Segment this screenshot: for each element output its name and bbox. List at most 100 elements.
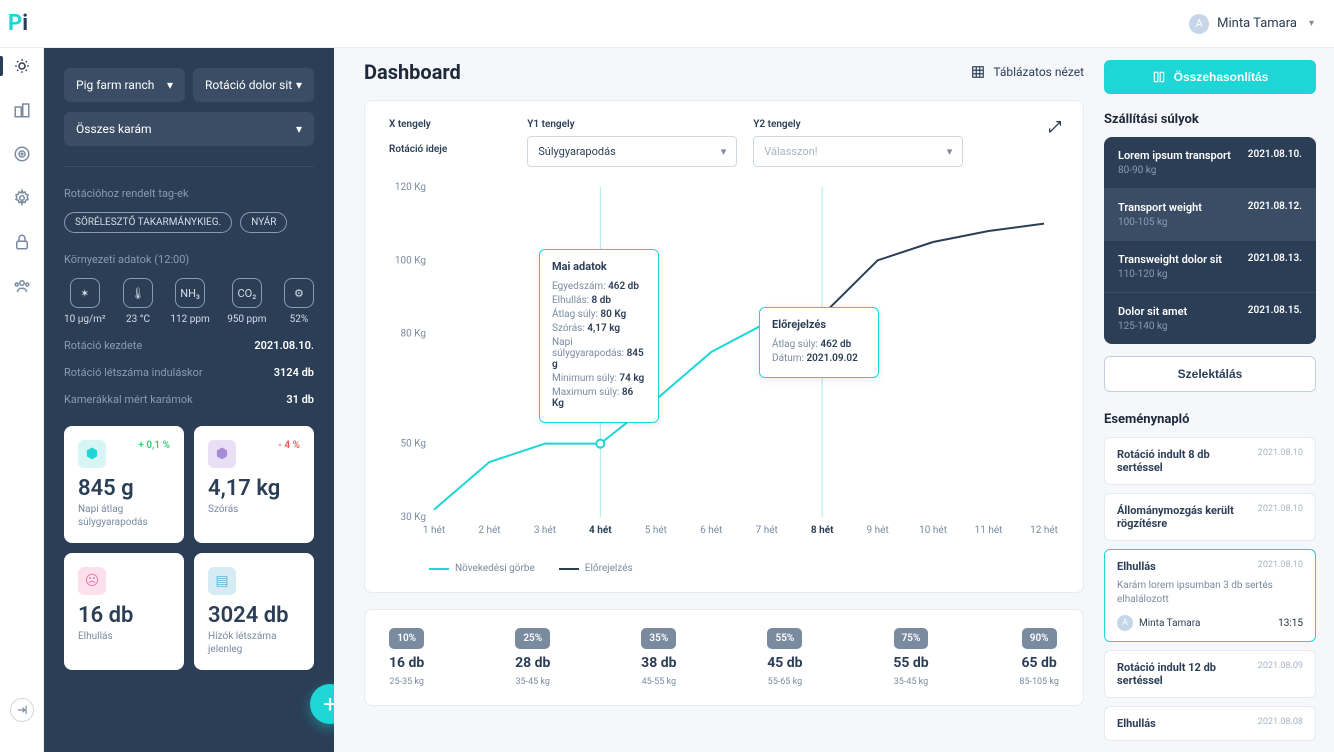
event-card[interactable]: Elhullás2021.08.08 xyxy=(1104,706,1316,741)
logo: Pi xyxy=(8,11,28,36)
event-card[interactable]: Rotáció indult 8 db sertéssel2021.08.10 xyxy=(1104,437,1316,485)
nav-dashboard-icon[interactable] xyxy=(12,56,32,76)
sidebar-nav xyxy=(0,0,44,752)
legend-item: Növekedési görbe xyxy=(429,563,535,574)
chart-area: 30 Kg50 Kg80 Kg100 Kg120 Kg1 hét2 hét3 h… xyxy=(389,177,1059,557)
tooltip-forecast: Előrejelzés Átlag súly: 462 dbDátum: 202… xyxy=(759,307,879,378)
stat-icon: ⬢ xyxy=(208,440,236,468)
stat-label: Szórás xyxy=(208,503,300,516)
farm-select[interactable]: Pig farm ranch▾ xyxy=(64,68,185,102)
event-card[interactable]: Rotáció indult 12 db sertéssel2021.08.09 xyxy=(1104,650,1316,698)
tags-row: SÖRÉLESZTŐ TAKARMÁNYKIEG. NYÁR xyxy=(64,212,314,233)
stat-delta: - 4 % xyxy=(278,440,300,451)
x-axis-label: X tengely xyxy=(389,119,447,130)
bucket-range: 35-45 kg xyxy=(894,677,928,687)
env-item: ✶10 µg/m² xyxy=(64,278,106,325)
stat-delta: + 0,1 % xyxy=(138,440,170,451)
avatar-icon: A xyxy=(1189,14,1209,34)
svg-text:11 hét: 11 hét xyxy=(975,525,1003,536)
pen-select[interactable]: Összes karám▾ xyxy=(64,112,314,146)
bucket-pct: 25% xyxy=(515,628,550,649)
stat-icon: ☹ xyxy=(78,567,106,595)
nav-lock-icon[interactable] xyxy=(12,232,32,252)
bucket-range: 45-55 kg xyxy=(642,677,676,687)
env-item: NH₃112 ppm xyxy=(170,278,209,325)
event-card[interactable]: Elhullás2021.08.10 Karám lorem ipsumban … xyxy=(1104,549,1316,642)
tooltip-today: Mai adatok Egyedszám: 462 dbElhullás: 8 … xyxy=(539,249,659,423)
stat-card[interactable]: ⬢ + 0,1 % 845 g Napi átlag súlygyarapodá… xyxy=(64,426,184,543)
distribution-row: 10%16 db25-35 kg 25%28 db35-45 kg 35% 38 db… xyxy=(364,609,1084,706)
svg-text:12 hét: 12 hét xyxy=(1030,525,1058,536)
expand-icon[interactable] xyxy=(1047,119,1063,138)
env-icon: ✶ xyxy=(70,278,100,308)
env-item: ⚙52% xyxy=(284,278,314,325)
bucket-pct: 35% xyxy=(641,628,676,649)
user-name: Minta Tamara xyxy=(1217,16,1297,31)
bucket-pct: 90% xyxy=(1022,628,1057,649)
stat-value: 4,17 kg xyxy=(208,476,300,501)
svg-text:2 hét: 2 hét xyxy=(478,525,500,536)
shipments-title: Szállítási súlyok xyxy=(1104,112,1316,127)
bucket-pct: 75% xyxy=(894,628,929,649)
svg-text:50 Kg: 50 Kg xyxy=(401,439,426,450)
stat-value: 3024 db xyxy=(208,603,300,628)
shipments-card: Lorem ipsum transport80-90 kg2021.08.10.… xyxy=(1104,137,1316,344)
stat-card[interactable]: ☹ 16 db Elhullás xyxy=(64,553,184,670)
bucket: 75%55 db35-45 kg xyxy=(893,628,928,687)
tag-pill[interactable]: NYÁR xyxy=(240,212,287,233)
shipment-row[interactable]: Transport weight100-105 kg2021.08.12. xyxy=(1104,189,1316,241)
bucket-count: 45 db xyxy=(767,655,802,671)
stat-card[interactable]: ▤ 3024 db Hízók létszáma jelenleg xyxy=(194,553,314,670)
divider xyxy=(64,166,314,167)
nav-collapse-icon[interactable] xyxy=(10,698,34,722)
bucket-pct: 55% xyxy=(767,628,802,649)
nav-target-icon[interactable] xyxy=(12,144,32,164)
stat-icon: ▤ xyxy=(208,567,236,595)
event-card[interactable]: Állománymozgás került rögzítésre2021.08.… xyxy=(1104,493,1316,541)
rotation-select[interactable]: Rotáció dolor sit▾ xyxy=(193,68,314,102)
svg-text:6 hét: 6 hét xyxy=(700,525,722,536)
stat-label: Napi átlag súlygyarapodás xyxy=(78,503,170,529)
svg-text:10 hét: 10 hét xyxy=(919,525,947,536)
bucket-count: 38 db xyxy=(641,655,676,671)
env-item: CO₂950 ppm xyxy=(227,278,266,325)
add-fab[interactable]: + xyxy=(310,684,334,724)
nav-buildings-icon[interactable] xyxy=(12,100,32,120)
svg-text:9 hét: 9 hét xyxy=(867,525,889,536)
topbar: Pi A Minta Tamara xyxy=(0,0,1334,48)
y1-select[interactable]: Súlygyarapodás▾ xyxy=(527,136,737,167)
shipment-row[interactable]: Lorem ipsum transport80-90 kg2021.08.10. xyxy=(1104,137,1316,189)
bucket-pct: 10% xyxy=(389,628,424,649)
env-item: 🌡23 °C xyxy=(123,278,153,325)
bucket-range: 25-35 kg xyxy=(389,677,423,687)
svg-text:1 hét: 1 hét xyxy=(423,525,445,536)
user-menu[interactable]: A Minta Tamara xyxy=(1189,14,1314,34)
main: Dashboard Táblázatos nézet X tengely Rot… xyxy=(334,0,1104,752)
chart-card: X tengely Rotáció ideje Y1 tengely Súlyg… xyxy=(364,100,1084,593)
env-row: ✶10 µg/m² 🌡23 °C NH₃112 ppm CO₂950 ppm ⚙52% xyxy=(64,278,314,325)
tag-pill[interactable]: SÖRÉLESZTŐ TAKARMÁNYKIEG. xyxy=(64,212,232,233)
bucket: 35% 38 db 45-55 kg xyxy=(641,628,676,687)
logo-p: P xyxy=(8,11,22,36)
svg-text:3 hét: 3 hét xyxy=(534,525,556,536)
bucket: 10%16 db25-35 kg xyxy=(389,628,424,687)
select-button[interactable]: Szelektálás xyxy=(1104,356,1316,392)
table-view-link[interactable]: Táblázatos nézet xyxy=(971,65,1084,79)
shipment-row[interactable]: Transweight dolor sit110-120 kg2021.08.1… xyxy=(1104,241,1316,293)
nav-gear-icon[interactable] xyxy=(12,188,32,208)
stat-label: Hízók létszáma jelenleg xyxy=(208,630,300,656)
compare-button[interactable]: Összehasonlítás xyxy=(1104,60,1316,94)
stat-icon: ⬢ xyxy=(78,440,106,468)
stat-card[interactable]: ⬢ - 4 % 4,17 kg Szórás xyxy=(194,426,314,543)
stat-grid: ⬢ + 0,1 % 845 g Napi átlag súlygyarapodá… xyxy=(64,426,314,670)
x-axis-value: Rotáció ideje xyxy=(389,144,447,155)
shipment-row[interactable]: Dolor sit amet125-140 kg2021.08.15. xyxy=(1104,293,1316,344)
bucket: 25%28 db35-45 kg xyxy=(515,628,550,687)
env-icon: NH₃ xyxy=(175,278,205,308)
nav-users-icon[interactable] xyxy=(12,276,32,296)
env-icon: CO₂ xyxy=(232,278,262,308)
stat-value: 16 db xyxy=(78,603,170,628)
svg-text:100 Kg: 100 Kg xyxy=(395,255,426,266)
y2-select[interactable]: Válasszon!▾ xyxy=(753,136,963,167)
stat-label: Elhullás xyxy=(78,630,170,643)
